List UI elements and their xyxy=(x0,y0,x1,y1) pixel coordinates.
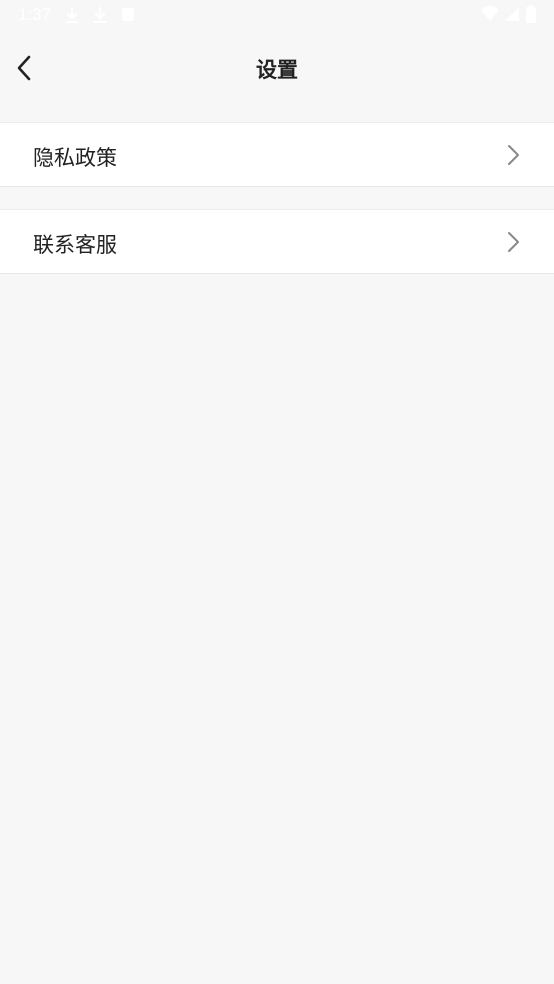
row-label: 隐私政策 xyxy=(33,146,117,170)
download-icon xyxy=(92,5,108,29)
chevron-right-icon xyxy=(506,144,520,166)
row-label: 联系客服 xyxy=(33,233,117,257)
battery-icon xyxy=(526,5,536,29)
header: 设置 xyxy=(0,30,554,110)
download-icon xyxy=(64,5,80,29)
notification-icon xyxy=(120,5,136,29)
chevron-right-icon xyxy=(506,231,520,253)
signal-icon xyxy=(504,5,520,27)
status-bar: 1:37 xyxy=(0,0,554,30)
status-time: 1:37 xyxy=(18,5,52,24)
contact-support-item[interactable]: 联系客服 xyxy=(0,209,554,274)
page-title: 设置 xyxy=(256,58,298,82)
privacy-policy-item[interactable]: 隐私政策 xyxy=(0,122,554,187)
wifi-icon xyxy=(480,5,500,27)
